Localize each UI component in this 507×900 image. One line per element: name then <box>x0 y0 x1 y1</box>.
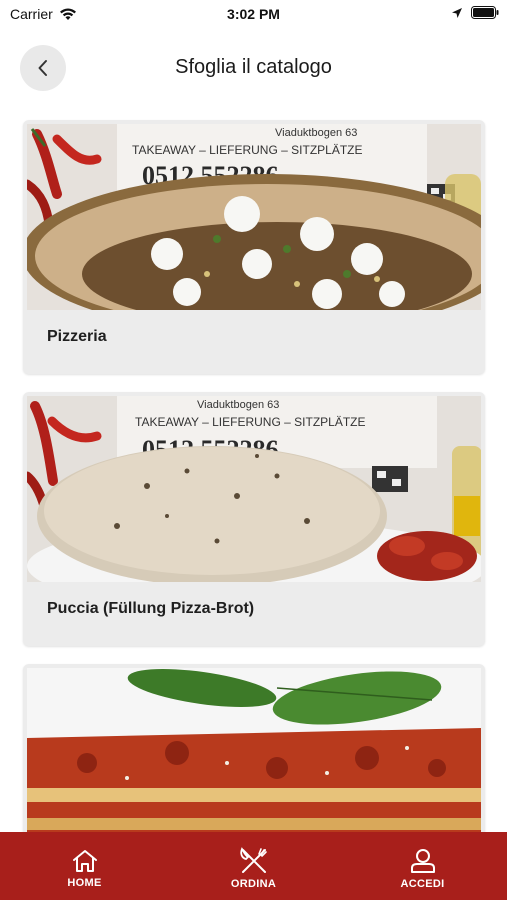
sign-services-text: TAKEAWAY – LIEFERUNG – SITZPLÄTZE <box>132 143 363 157</box>
catalog-card-label: Puccia (Füllung Pizza-Brot) <box>47 600 255 617</box>
user-icon <box>410 848 435 873</box>
tab-login[interactable]: ACCEDI <box>338 832 507 900</box>
sign-address-text: Viaduktbogen 63 <box>275 127 357 139</box>
pizza-photo: Viaduktbogen 63 TAKEAWAY – LIEFERUNG – S… <box>27 124 481 310</box>
tab-login-label: ACCEDI <box>400 877 445 890</box>
lasagna-photo <box>27 668 481 854</box>
home-icon <box>72 849 97 872</box>
battery-icon <box>471 6 499 19</box>
catalog-card-pizzeria[interactable]: Viaduktbogen 63 TAKEAWAY – LIEFERUNG – S… <box>23 120 485 374</box>
fork-knife-icon <box>239 846 267 873</box>
bottom-tab-bar: HOME ORDINA ACCEDI <box>0 832 507 900</box>
sign-address-text: Viaduktbogen 63 <box>197 399 279 411</box>
tab-home[interactable]: HOME <box>0 832 169 900</box>
puccia-photo: Viaduktbogen 63 TAKEAWAY – LIEFERUNG – S… <box>27 396 481 582</box>
catalog-card-label: Pizzeria <box>47 328 107 345</box>
page-title: Sfoglia il catalogo <box>175 56 332 78</box>
location-arrow-icon <box>452 7 462 18</box>
tab-home-label: HOME <box>67 876 102 889</box>
header: Sfoglia il catalogo <box>0 40 507 96</box>
sign-services-text: TAKEAWAY – LIEFERUNG – SITZPLÄTZE <box>135 415 366 429</box>
catalog-list: Viaduktbogen 63 TAKEAWAY – LIEFERUNG – S… <box>23 120 485 900</box>
status-time: 3:02 PM <box>227 6 280 22</box>
status-right <box>451 6 499 19</box>
catalog-card-puccia[interactable]: Viaduktbogen 63 TAKEAWAY – LIEFERUNG – S… <box>23 392 485 646</box>
status-bar: Carrier 3:02 PM <box>0 0 507 30</box>
tab-order[interactable]: ORDINA <box>169 832 338 900</box>
tab-order-label: ORDINA <box>230 877 277 890</box>
